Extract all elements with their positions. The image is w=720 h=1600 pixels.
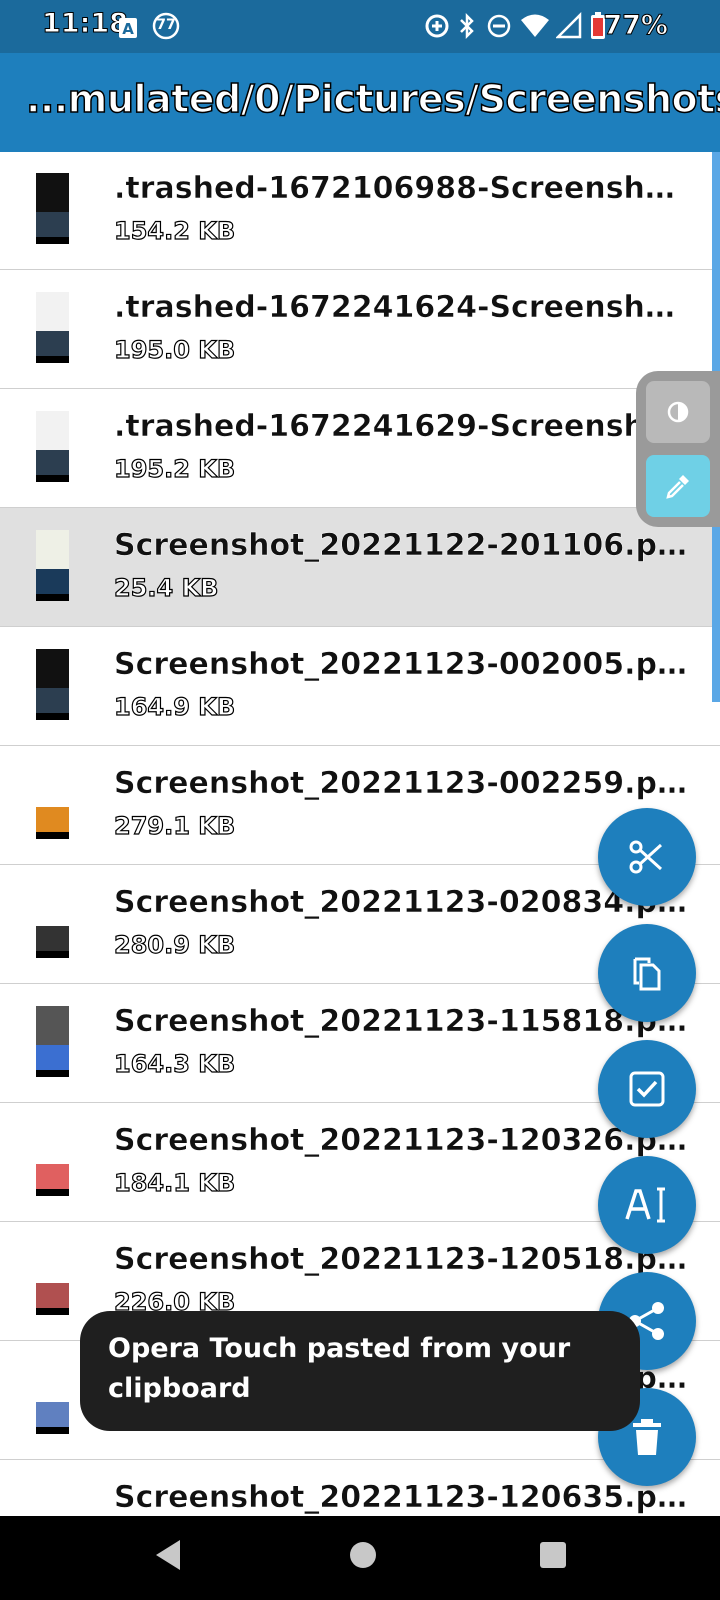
file-name: Screenshot_20221123-020834.png — [114, 885, 694, 920]
trash-icon — [633, 1419, 661, 1455]
select-button[interactable] — [598, 1040, 696, 1138]
file-thumbnail — [36, 649, 69, 720]
file-name: Screenshot_20221123-115818.png — [114, 1004, 694, 1039]
file-row[interactable]: .trashed-1672241629-Screenshot_2... 195.2… — [0, 389, 720, 508]
file-size: 164.3 KB — [113, 1049, 236, 1078]
file-thumbnail — [36, 1006, 69, 1077]
copy-icon — [633, 957, 661, 991]
recents-icon[interactable] — [538, 1538, 568, 1572]
file-row[interactable]: .trashed-1672106988-Screenshot_2... 154.2… — [0, 152, 720, 270]
clipboard-toast: Opera Touch pasted from your clipboard — [80, 1311, 640, 1431]
checkbox-icon — [629, 1071, 665, 1107]
file-name: .trashed-1672241629-Screenshot_2... — [114, 409, 694, 444]
file-row[interactable]: .trashed-1672241624-Screenshot_2... 195.0… — [0, 270, 720, 389]
overlay-tool-panel — [636, 371, 720, 527]
data-saver-icon — [425, 14, 449, 38]
file-name: Screenshot_20221123-120635.png — [114, 1480, 694, 1515]
file-thumbnail — [36, 530, 69, 601]
app-bar: ...mulated/0/Pictures/Screenshots — [0, 53, 720, 152]
color-picker-button[interactable] — [646, 455, 710, 517]
signal-icon — [556, 12, 582, 39]
file-thumbnail — [36, 1482, 69, 1516]
app-notification-icon: A — [119, 18, 137, 38]
wifi-icon — [521, 14, 549, 37]
rename-icon — [625, 1187, 665, 1223]
file-size: 280.9 KB — [113, 930, 236, 959]
file-name: .trashed-1672106988-Screenshot_2... — [114, 171, 694, 206]
notification-count: 77 — [156, 17, 176, 33]
back-icon[interactable] — [152, 1538, 182, 1572]
file-name: Screenshot_20221123-120326.png — [114, 1123, 694, 1158]
contrast-icon — [667, 401, 689, 423]
file-size: 184.1 KB — [113, 1168, 236, 1197]
file-size: 279.1 KB — [113, 811, 236, 840]
file-size: 195.2 KB — [113, 454, 236, 483]
file-thumbnail — [36, 768, 69, 839]
file-name: Screenshot_20221123-002259.png — [114, 766, 694, 801]
file-thumbnail — [36, 292, 69, 363]
svg-text:A: A — [122, 20, 134, 38]
status-time: 11:18 — [42, 8, 129, 40]
file-name: .trashed-1672241624-Screenshot_2... — [114, 290, 694, 325]
file-row[interactable]: Screenshot_20221122-201106.png 25.4 KB — [0, 508, 720, 627]
file-size: 195.0 KB — [113, 335, 236, 364]
cut-icon — [629, 840, 663, 874]
file-size: 154.2 KB — [113, 216, 236, 245]
home-icon[interactable] — [346, 1538, 380, 1572]
file-thumbnail — [36, 411, 69, 482]
copy-button[interactable] — [598, 924, 696, 1022]
status-bar: 11:18 A 77 77% — [0, 0, 720, 53]
file-thumbnail — [36, 1125, 69, 1196]
folder-path-title: ...mulated/0/Pictures/Screenshots — [25, 76, 720, 122]
file-name: Screenshot_20221123-002005.png — [114, 647, 694, 682]
navigation-bar — [0, 1516, 720, 1600]
file-thumbnail — [36, 173, 69, 244]
rename-button[interactable] — [598, 1156, 696, 1254]
cut-button[interactable] — [598, 808, 696, 906]
battery-percent: 77% — [603, 10, 669, 42]
file-name: Screenshot_20221123-120518.png — [114, 1242, 694, 1277]
file-size: 164.9 KB — [113, 692, 236, 721]
file-size: 25.4 KB — [113, 573, 219, 602]
file-thumbnail — [36, 887, 69, 958]
contrast-button[interactable] — [646, 381, 710, 443]
do-not-disturb-icon — [487, 14, 511, 38]
file-row[interactable]: Screenshot_20221123-002005.png 164.9 KB — [0, 627, 720, 746]
bluetooth-icon — [460, 12, 474, 40]
file-name: Screenshot_20221122-201106.png — [114, 528, 694, 563]
file-thumbnail — [36, 1244, 69, 1315]
file-thumbnail — [36, 1363, 69, 1434]
eyedropper-icon — [666, 475, 689, 499]
